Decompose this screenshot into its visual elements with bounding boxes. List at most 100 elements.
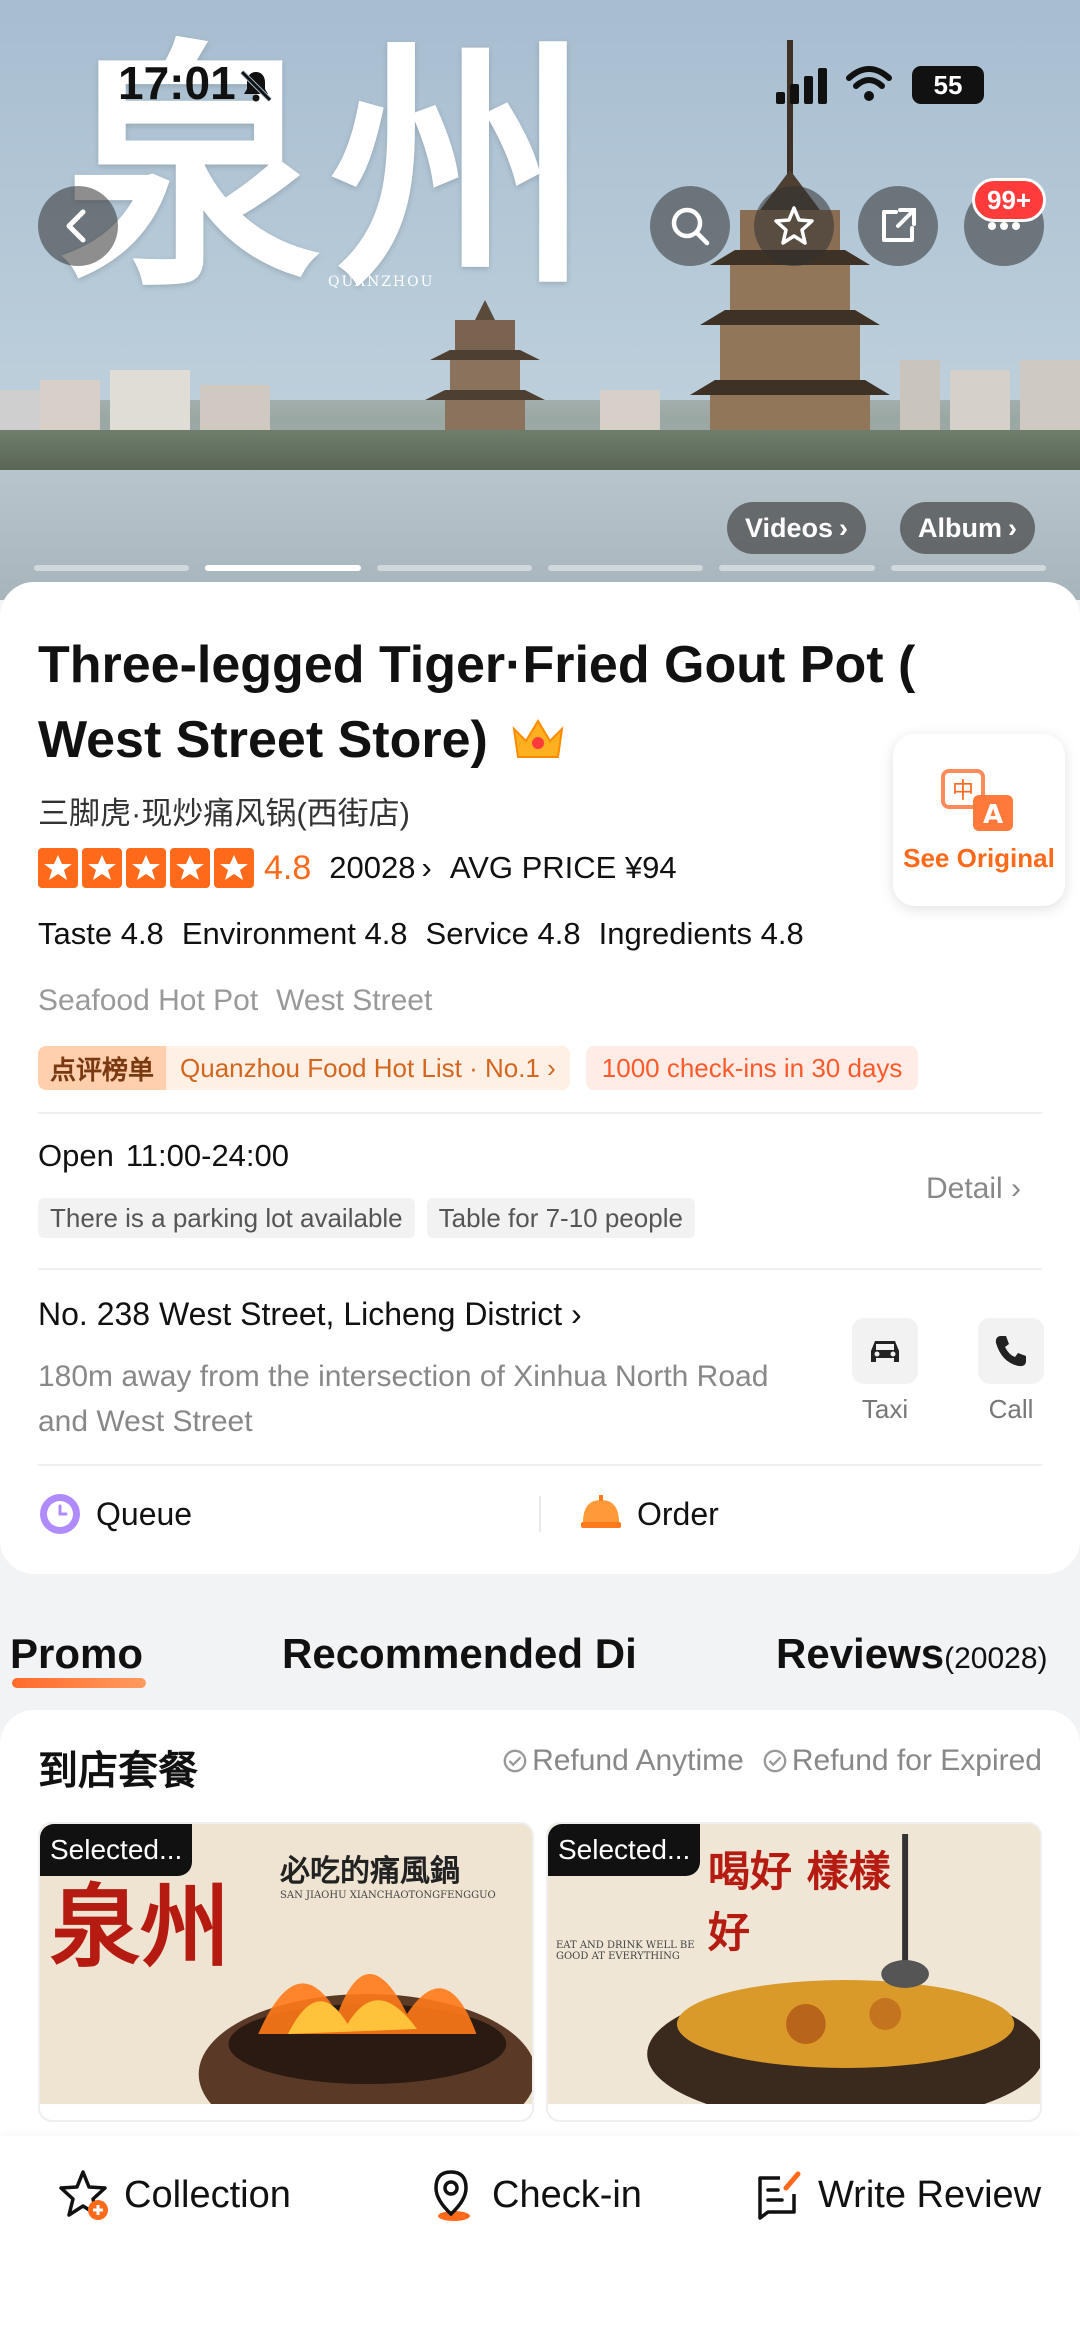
star-icon [38, 848, 78, 888]
search-icon [671, 207, 710, 246]
search-button[interactable] [650, 186, 730, 266]
divider [38, 1268, 1042, 1270]
see-original-button[interactable]: 中 A See Original [893, 734, 1065, 906]
subscore-item: Ingredients 4.8 [598, 916, 804, 951]
album-button[interactable]: Album › [900, 502, 1035, 554]
refund-anytime: Refund Anytime [502, 1744, 744, 1778]
checkin-button[interactable]: Check-in [424, 2168, 642, 2222]
taxi-label: Taxi [861, 1394, 909, 1424]
shop-categories[interactable]: Seafood Hot Pot West Street [38, 984, 450, 1018]
collection-button[interactable]: Collection [56, 2168, 291, 2222]
detail-link[interactable]: Detail › [926, 1172, 1021, 1206]
deal-caption: 必吃的痛風鍋 [280, 1854, 460, 1889]
deal-card[interactable]: 泉州 必吃的痛風鍋 SAN JIAOHU XIANCHAOTONGFENGGUO… [38, 1822, 534, 2122]
status-time: 17:01 [118, 57, 236, 109]
chevron-right-icon: › [1008, 512, 1017, 543]
selected-badge: Selected... [548, 1824, 701, 1876]
divider [38, 1112, 1042, 1114]
check-circle-icon [763, 1749, 787, 1773]
category-item[interactable]: West Street [276, 984, 432, 1017]
back-button[interactable] [38, 186, 118, 266]
rating-row[interactable]: 4.8 20028 › AVG PRICE ¥94 [38, 846, 677, 890]
svg-text:A: A [983, 800, 1003, 830]
address-description: 180m away from the intersection of Xinhu… [38, 1360, 769, 1438]
deal-caption-sub: SAN JIAOHU XIANCHAOTONGFENGGUO [280, 1890, 496, 1901]
dish-icon [581, 1495, 621, 1528]
star-add-icon [59, 2170, 108, 2220]
order-label: Order [637, 1495, 719, 1532]
star-icon [170, 848, 210, 888]
carousel-dot [34, 565, 190, 571]
order-button[interactable]: Order [541, 1492, 1080, 1536]
star-rating [38, 848, 254, 888]
checkin-label: Check-in [492, 2173, 642, 2216]
tab-promo[interactable]: Promo [10, 1630, 143, 1678]
star-icon [82, 848, 122, 888]
shop-native-name: 三脚虎·现炒痛风锅(西街店) [38, 796, 410, 831]
videos-button[interactable]: Videos › [727, 502, 867, 554]
subscore-item: Service 4.8 [425, 916, 581, 951]
queue-button[interactable]: Queue [0, 1492, 539, 1536]
write-review-label: Write Review [818, 2173, 1042, 2216]
address[interactable]: No. 238 West Street, Licheng District › [38, 1296, 582, 1333]
share-button[interactable] [858, 186, 938, 266]
taxi-button[interactable]: Taxi [843, 1318, 927, 1425]
tag-row: 点评榜单 Quanzhou Food Hot List · No.1 › 100… [38, 1046, 919, 1090]
subscore-item: Environment 4.8 [181, 916, 408, 951]
svg-text:中: 中 [952, 779, 974, 804]
collection-label: Collection [124, 2173, 291, 2216]
share-icon [882, 208, 916, 242]
deal-caption: 喝好 樣樣好 [708, 1847, 891, 1957]
call-button[interactable]: Call [969, 1318, 1053, 1425]
location-pin-icon [434, 2170, 470, 2221]
rating-score: 4.8 [264, 848, 312, 887]
active-tab-indicator [12, 1678, 146, 1688]
deal-card[interactable]: 喝好 樣樣好 EAT AND DRINK WELL BE GOOD AT EVE… [546, 1822, 1042, 2122]
subscore-item: Taste 4.8 [38, 916, 164, 951]
tab-reviews-count: (20028) [944, 1642, 1048, 1675]
amenity-chips: There is a parking lot available Table fo… [38, 1198, 695, 1238]
notification-badge: 99+ [972, 178, 1047, 222]
avg-price: AVG PRICE ¥94 [449, 850, 677, 885]
open-label: Open [38, 1138, 114, 1173]
amenity-chip: Table for 7-10 people [426, 1198, 695, 1238]
tab-recommended[interactable]: Recommended Di [282, 1630, 642, 1678]
album-label: Album [918, 512, 1002, 543]
signal-icon [776, 68, 827, 104]
phone-icon [978, 1318, 1044, 1384]
chevron-right-icon: › [839, 512, 849, 543]
category-item[interactable]: Seafood Hot Pot [38, 984, 258, 1017]
hero-calligraphy-sub: QUANZHOU [328, 274, 435, 290]
favorite-button[interactable] [754, 186, 834, 266]
shop-name-block: Three-legged Tiger·Fried Gout Pot ( West… [38, 628, 1018, 778]
star-icon [126, 848, 166, 888]
chevron-left-icon [66, 209, 86, 243]
star-icon [214, 848, 254, 888]
videos-label: Videos [745, 512, 834, 543]
refund-expired: Refund for Expired [762, 1744, 1042, 1778]
service-row: Queue Order [0, 1466, 1080, 1562]
carousel-dot [547, 565, 704, 571]
refund-policies: Refund Anytime Refund for Expired [502, 1744, 1042, 1778]
carousel-dot [205, 565, 361, 571]
write-review-button[interactable]: Write Review [750, 2168, 1041, 2222]
amenity-chip: There is a parking lot available [38, 1198, 415, 1238]
section-tabs: Promo Recommended Di Reviews(20028) [0, 1620, 1080, 1692]
bottom-action-bar: Collection Check-in Write Review [0, 2136, 1080, 2348]
battery-indicator: 55 [912, 66, 984, 104]
carousel-dot [890, 565, 1046, 571]
hotlist-tag[interactable]: 点评榜单 Quanzhou Food Hot List · No.1 › [38, 1046, 570, 1090]
review-count: 20028 [329, 850, 416, 885]
carousel-dot [719, 565, 875, 571]
deal-caption-sub: EAT AND DRINK WELL BE GOOD AT EVERYTHING [556, 1940, 695, 1962]
tab-reviews-label: Reviews [776, 1630, 945, 1677]
see-original-label: See Original [903, 842, 1055, 873]
carousel-dot [376, 565, 532, 571]
clock-icon [40, 1494, 80, 1534]
hero-banner[interactable]: 泉州 QUANZHOU 17:01 55 99+ Videos › Album … [0, 0, 1080, 600]
shop-detail-page: 泉州 QUANZHOU 17:01 55 99+ Videos › Album … [0, 0, 1080, 2348]
hotlist-text: Quanzhou Food Hot List · No.1 › [180, 1052, 556, 1083]
checkins-tag: 1000 check-ins in 30 days [585, 1046, 919, 1090]
status-bar: 17:01 55 [0, 0, 1080, 120]
tab-reviews[interactable]: Reviews(20028) [776, 1630, 1048, 1678]
